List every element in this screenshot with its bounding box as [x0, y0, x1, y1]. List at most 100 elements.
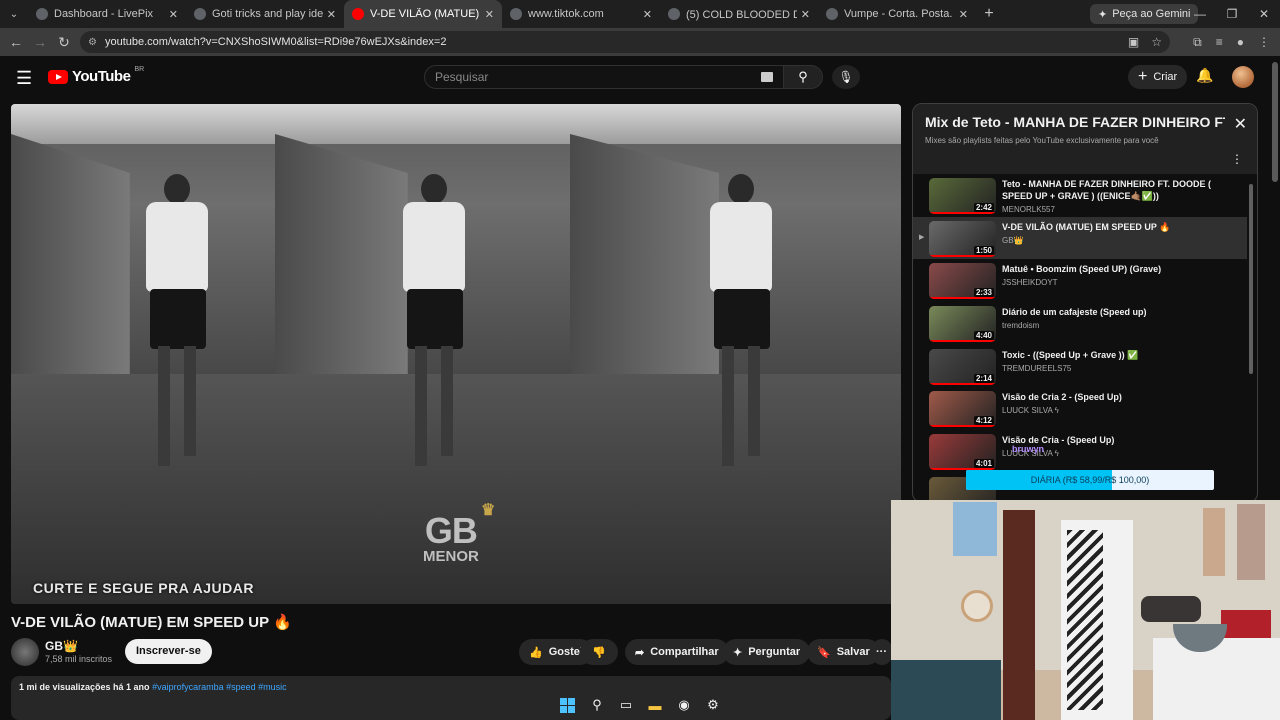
- tab-close-icon[interactable]: ✕: [801, 8, 810, 21]
- forward-icon[interactable]: →: [28, 34, 52, 50]
- profile-icon[interactable]: ●: [1237, 35, 1244, 49]
- search-placeholder: Pesquisar: [435, 70, 489, 84]
- wall-poster: [1203, 508, 1225, 576]
- youtube-play-icon: [48, 69, 68, 84]
- browser-menu-icon[interactable]: ⋮: [1258, 35, 1270, 49]
- mix-item-thumbnail: 2:33: [929, 263, 996, 300]
- bag: [1141, 596, 1201, 622]
- mix-item[interactable]: 2:42 Teto - MANHA DE FAZER DINHEIRO FT. D…: [913, 174, 1247, 217]
- channel-name[interactable]: GB👑: [45, 639, 78, 653]
- back-icon[interactable]: ←: [4, 34, 28, 50]
- close-icon[interactable]: ✕: [1234, 114, 1247, 134]
- search-button[interactable]: ⚲: [783, 65, 823, 89]
- minimize-icon[interactable]: —: [1184, 0, 1216, 28]
- duration-badge: 1:50: [973, 245, 994, 255]
- file-explorer-icon[interactable]: ▬: [646, 696, 664, 714]
- youtube-header: ☰ YouTube BR Pesquisar ⚲ 🎙 + Criar 🔔: [0, 56, 1280, 100]
- url-text: youtube.com/watch?v=CNXShoSIWM0&list=RDi…: [104, 36, 447, 48]
- wardrobe: [1061, 520, 1133, 720]
- address-bar[interactable]: ⚙ youtube.com/watch?v=CNXShoSIWM0&list=R…: [80, 31, 1170, 53]
- mix-item-title: Diário de um cafajeste (Speed up): [1002, 307, 1147, 318]
- tab-close-icon[interactable]: ✕: [959, 8, 968, 21]
- mix-item[interactable]: 4:12 Visão de Cria 2 - (Speed Up) LUUCK SI…: [913, 387, 1247, 430]
- browser-tab[interactable]: Dashboard - LivePix ✕: [28, 0, 186, 28]
- door: [1003, 510, 1035, 720]
- share-label: Compartilhar: [650, 646, 719, 658]
- media-control-icon[interactable]: ≡: [1216, 35, 1223, 49]
- mix-title[interactable]: Mix de Teto - MANHA DE FAZER DINHEIRO FT…: [925, 114, 1225, 130]
- mix-item[interactable]: 2:14 Toxic - ((Speed Up + Grave )) ✅ TREMD…: [913, 345, 1247, 388]
- taskbar-search-icon[interactable]: ⚲: [588, 696, 606, 714]
- subscribe-button[interactable]: Inscrever-se: [125, 639, 212, 664]
- tab-close-icon[interactable]: ✕: [643, 8, 652, 21]
- site-info-icon[interactable]: ⚙: [88, 37, 97, 48]
- person-figure: [700, 174, 780, 514]
- create-button[interactable]: + Criar: [1128, 65, 1188, 89]
- channel-avatar[interactable]: [11, 638, 39, 666]
- chrome-icon[interactable]: ◉: [675, 696, 693, 714]
- window-controls: — ❐ ✕: [1184, 0, 1280, 28]
- person-figure: [393, 174, 473, 514]
- youtube-logo[interactable]: YouTube BR: [48, 66, 144, 85]
- tab-close-icon[interactable]: ✕: [485, 8, 494, 21]
- share-button[interactable]: ➦ Compartilhar: [625, 639, 729, 665]
- dislike-button[interactable]: 👎: [580, 639, 618, 665]
- settings-gear-icon[interactable]: ⚙: [704, 696, 722, 714]
- menu-icon[interactable]: ☰: [16, 68, 32, 89]
- more-actions-button[interactable]: ···: [872, 639, 892, 665]
- ask-button[interactable]: ✦ Perguntar: [723, 639, 811, 665]
- mix-item[interactable]: 4:40 Diário de um cafajeste (Speed up) tre…: [913, 302, 1247, 345]
- tab-list: Dashboard - LivePix ✕ Goti tricks and play…: [28, 0, 976, 28]
- browser-tab[interactable]: www.tiktok.com ✕: [502, 0, 660, 28]
- account-avatar[interactable]: [1232, 66, 1254, 88]
- mix-item[interactable]: ▶ 1:50 V-DE VILÃO (MATUE) EM SPEED UP 🔥 GB👑: [913, 216, 1247, 260]
- browser-tab[interactable]: V-DE VILÃO (MATUE) EM SP ✕: [344, 0, 502, 28]
- youtube-icon: [352, 8, 364, 20]
- browser-tab[interactable]: (5) COLD BLOODED DEGEN 🩸 ✕: [660, 0, 818, 28]
- mix-item[interactable]: 4:01 Visão de Cria - (Speed Up) LUUCK SILV…: [913, 430, 1247, 473]
- gemini-button[interactable]: ✦ Peça ao Gemini: [1090, 4, 1199, 24]
- tab-title: Goti tricks and play ideas for kids: [212, 8, 323, 20]
- mix-item[interactable]: 2:33 Matuê • Boomzim (Speed UP) (Grave) JS…: [913, 259, 1247, 302]
- mix-item-text: Matuê • Boomzim (Speed UP) (Grave) JSSHEI…: [1002, 263, 1232, 287]
- notifications-bell-icon[interactable]: 🔔: [1196, 67, 1213, 84]
- task-view-icon[interactable]: ▭: [617, 696, 635, 714]
- mix-list: 2:42 Teto - MANHA DE FAZER DINHEIRO FT. D…: [913, 174, 1247, 502]
- reload-icon[interactable]: ↻: [52, 34, 76, 51]
- thumbs-up-icon: 👍: [529, 646, 543, 659]
- mix-scrollbar[interactable]: [1249, 184, 1253, 374]
- bed: [891, 660, 1001, 720]
- browser-tab[interactable]: Goti tricks and play ideas for kids ✕: [186, 0, 344, 28]
- mix-item-channel: GB👑: [1002, 235, 1024, 245]
- search-input[interactable]: Pesquisar: [424, 65, 784, 89]
- tab-close-icon[interactable]: ✕: [169, 8, 178, 21]
- more-icon: ···: [876, 646, 887, 658]
- tab-close-icon[interactable]: ✕: [327, 8, 336, 21]
- duration-badge: 2:42: [973, 203, 994, 212]
- crown-icon: ♛: [481, 502, 496, 519]
- start-windows-icon[interactable]: [558, 696, 576, 714]
- video-player[interactable]: ♛ GB MENOR CURTE E SEGUE PRA AJUDAR: [11, 104, 901, 604]
- share-icon: ➦: [635, 646, 645, 659]
- extensions-icon[interactable]: ⧉: [1193, 35, 1202, 50]
- new-tab-button[interactable]: +: [976, 5, 1002, 23]
- bookmark-star-icon[interactable]: ☆: [1151, 35, 1162, 49]
- mix-item-channel: JSSHEIKDOYT: [1002, 278, 1058, 288]
- cast-icon[interactable]: ▣: [1128, 35, 1139, 49]
- close-window-icon[interactable]: ✕: [1248, 0, 1280, 28]
- tab-title: Dashboard - LivePix: [54, 8, 154, 20]
- save-button[interactable]: 🔖 Salvar: [807, 639, 880, 665]
- watched-progress-bar: [929, 254, 996, 257]
- donor-name: bruwyn: [1012, 444, 1045, 454]
- tab-search-icon[interactable]: ⌄: [0, 0, 28, 28]
- mix-item-title: Matuê • Boomzim (Speed UP) (Grave): [1002, 264, 1162, 275]
- page-scrollbar[interactable]: [1272, 62, 1278, 182]
- create-label: Criar: [1153, 71, 1178, 83]
- keyboard-icon[interactable]: [761, 72, 773, 82]
- voice-search-button[interactable]: 🎙: [832, 65, 860, 89]
- ask-label: Perguntar: [748, 646, 801, 658]
- tab-title: www.tiktok.com: [528, 8, 604, 20]
- more-vert-icon[interactable]: ⋮: [1231, 152, 1243, 166]
- browser-tab[interactable]: Vumpe - Corta. Posta. Pix na co ✕: [818, 0, 976, 28]
- restore-icon[interactable]: ❐: [1216, 0, 1248, 28]
